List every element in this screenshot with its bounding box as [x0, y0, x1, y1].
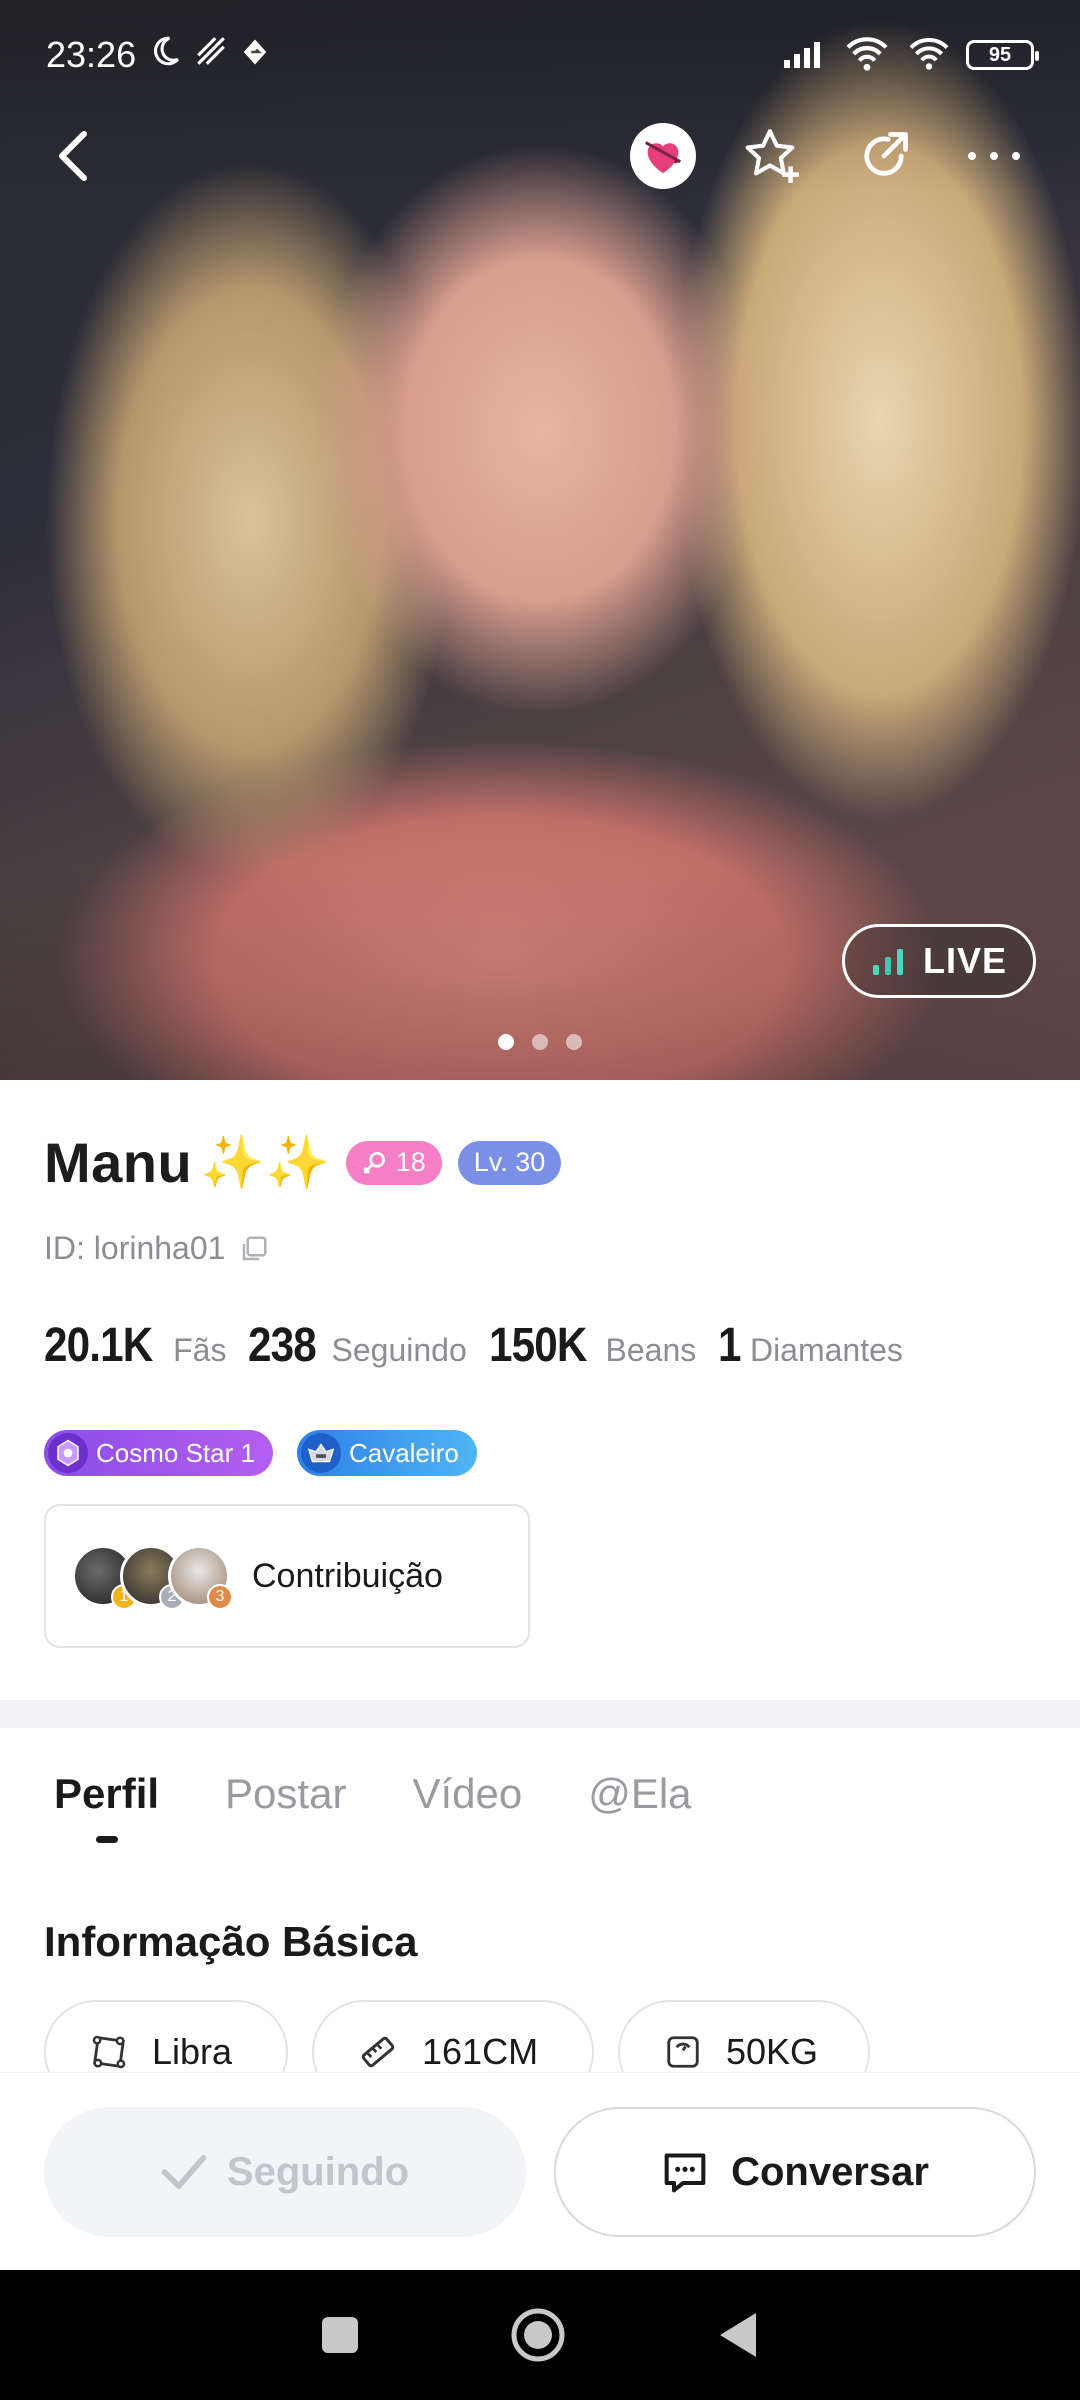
zodiac-value: Libra [152, 2031, 233, 2072]
share-icon [864, 132, 908, 176]
tab-perfil-label: Perfil [54, 1770, 160, 1817]
level-badge: Lv. 30 [457, 1140, 562, 1185]
status-bar: 23:26 95 [0, 0, 1080, 110]
knight-helmet-icon [300, 1433, 341, 1473]
signal-off-icon [194, 34, 228, 77]
live-bars-icon [872, 949, 903, 975]
fans-count[interactable]: 20.1K [44, 1318, 153, 1373]
wifi-plus-icon [842, 34, 892, 77]
heart-arrow-icon [645, 141, 681, 174]
wifi-icon [906, 35, 952, 76]
age-value: 18 [395, 1147, 426, 1177]
beans-label: Beans [605, 1332, 697, 1368]
medal-row: Cosmo Star 1 Cavaleiro [44, 1430, 477, 1476]
cosmo-star-medal[interactable]: Cosmo Star 1 [44, 1430, 273, 1476]
photo-pagination [0, 1034, 1080, 1050]
back-nav-icon[interactable] [716, 2311, 760, 2359]
diamonds-count[interactable]: 1 [718, 1318, 741, 1373]
live-label: LIVE [922, 940, 1007, 981]
gift-heart-button[interactable] [630, 123, 696, 189]
following-label: Seguindo [331, 1332, 467, 1368]
battery-icon: 95 [966, 40, 1039, 70]
active-tab-indicator [95, 1836, 118, 1843]
chat-bubble-icon [664, 2153, 706, 2193]
sparkles-emoji: ✨✨ [200, 1134, 330, 1192]
following-count[interactable]: 238 [248, 1318, 317, 1373]
female-icon [363, 1151, 385, 1173]
page-dot-2[interactable] [532, 1034, 548, 1050]
moon-icon [148, 34, 182, 77]
more-button[interactable] [956, 118, 1032, 194]
basic-info-title: Informação Básica [44, 1918, 418, 1965]
scale-icon [667, 2036, 699, 2068]
section-divider [0, 1700, 1080, 1728]
page-dot-1[interactable] [498, 1034, 514, 1050]
top-contributors: 1 2 3 [72, 1545, 233, 1610]
weight-value: 50KG [726, 2031, 819, 2072]
contribution-card[interactable]: 1 2 3 Contribuição [44, 1504, 530, 1648]
home-icon[interactable] [510, 2307, 566, 2363]
user-id: ID: lorinha01 [44, 1230, 226, 1266]
rank-3-badge: 3 [207, 1584, 233, 1610]
chat-button[interactable]: Conversar [554, 2107, 1036, 2237]
system-nav-bar [0, 2270, 1080, 2400]
stats-row: 20.1K Fãs 238 Seguindo 150K Beans 1 Diam… [44, 1318, 911, 1373]
tab-postar[interactable]: Postar [225, 1770, 346, 1818]
id-row: ID: lorinha01 [44, 1230, 269, 1267]
chat-button-label: Conversar [731, 2149, 929, 2194]
following-button[interactable]: Seguindo [44, 2107, 526, 2237]
contribution-label: Contribuição [252, 1556, 443, 1595]
tab-ela[interactable]: @Ela [588, 1770, 691, 1818]
status-right: 95 [782, 34, 1039, 77]
profile-tabs: Perfil Postar Vídeo @Ela [54, 1770, 692, 1843]
more-icon [968, 152, 1020, 160]
star-plus-icon [745, 129, 799, 183]
beans-count[interactable]: 150K [489, 1318, 587, 1373]
tab-video[interactable]: Vídeo [412, 1770, 522, 1818]
favorite-button[interactable] [734, 118, 810, 194]
check-icon [161, 2155, 207, 2189]
page-dot-3[interactable] [566, 1034, 582, 1050]
zodiac-icon [92, 2035, 126, 2069]
diamonds-label: Diamantes [749, 1332, 903, 1368]
live-button[interactable]: LIVE [842, 924, 1036, 998]
ruler-icon [361, 2036, 395, 2068]
contributor-avatar-3: 3 [168, 1545, 233, 1610]
recents-icon[interactable] [320, 2315, 360, 2355]
status-time: 23:26 [46, 34, 137, 75]
back-button[interactable] [36, 118, 112, 194]
cosmo-star-label: Cosmo Star 1 [96, 1437, 255, 1468]
status-left: 23:26 [46, 34, 270, 77]
profile-name: Manu [44, 1131, 193, 1194]
knight-medal[interactable]: Cavaleiro [296, 1430, 477, 1476]
name-row: Manu ✨✨ 18 Lv. 30 [44, 1130, 562, 1195]
tab-perfil[interactable]: Perfil [54, 1770, 160, 1843]
location-icon [240, 34, 270, 76]
following-button-label: Seguindo [226, 2149, 410, 2194]
height-value: 161CM [422, 2031, 539, 2072]
share-button[interactable] [846, 118, 922, 194]
top-nav [0, 118, 1080, 194]
action-bar: Seguindo Conversar [0, 2072, 1080, 2270]
cell-signal-icon [782, 36, 828, 75]
chevron-left-icon [59, 131, 87, 181]
copy-icon[interactable] [239, 1234, 269, 1264]
gender-age-badge: 18 [345, 1140, 442, 1185]
cosmo-star-icon [48, 1433, 88, 1473]
knight-label: Cavaleiro [348, 1437, 459, 1468]
fans-label: Fãs [173, 1332, 227, 1368]
